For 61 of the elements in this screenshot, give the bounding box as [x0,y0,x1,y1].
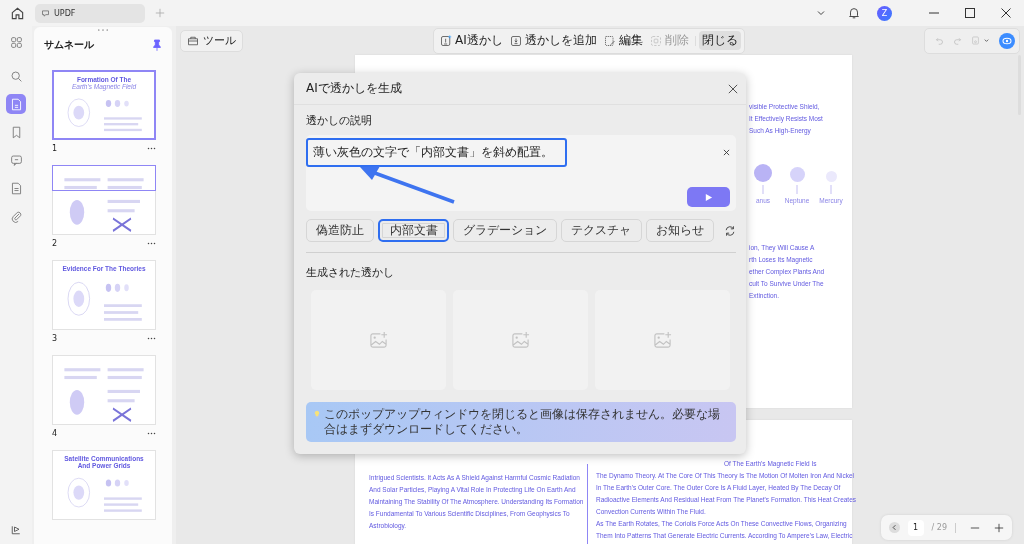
tick-mark [762,185,764,194]
new-tab-icon[interactable] [155,8,165,18]
page-thumbnail[interactable] [52,355,156,425]
page-number: 3 [52,334,58,343]
ai-watermark-icon [440,34,452,47]
panel-title: サムネール [44,38,94,52]
previous-page-icon[interactable] [888,522,900,533]
image-placeholder-icon [369,330,388,350]
add-watermark-icon [509,34,522,47]
tick-mark [830,185,832,194]
preset-chip[interactable]: 内部文書 [378,219,449,242]
close-icon[interactable] [728,83,738,94]
pin-icon[interactable] [152,39,162,51]
close-icon[interactable] [1000,7,1012,19]
zoom-in-icon[interactable] [994,522,1004,533]
section-label: 生成された透かし [306,265,395,280]
toolbar-button[interactable]: 閉じる [698,31,741,50]
maximize-icon[interactable] [964,7,976,19]
caret-icon[interactable] [983,37,990,44]
tools-button[interactable]: ツール [180,29,243,52]
drag-handle-icon[interactable] [97,28,109,32]
preset-chip[interactable]: お知らせ [645,219,715,242]
lightbulb-icon [314,410,320,418]
clear-icon[interactable] [723,149,730,156]
tick-mark [796,185,798,194]
edit-icon [603,34,616,47]
send-button[interactable] [687,187,730,207]
page-icon [9,97,23,111]
grid-icon [9,35,23,49]
preset-chip[interactable]: グラデーション [452,219,558,242]
assistant-icon[interactable] [999,32,1015,49]
toolbar-button[interactable]: 編集 [600,31,646,50]
comment-icon [9,153,23,167]
notice-text: このポップアップウィンドウを閉じると画像は保存されません。必要な場合はまずダウンロードしてください。 [324,407,721,437]
preset-chip[interactable]: 偽造防止 [306,219,375,242]
preset-chip[interactable]: テクスチャ [561,219,642,242]
page-total: / 29 [931,523,947,532]
prompt-field[interactable]: 薄い灰色の文字で「内部文書」を斜め配置。 [306,135,736,211]
search-icon [9,69,23,83]
refresh-icon[interactable] [724,224,737,237]
paperclip-icon [9,209,23,223]
dialog-title: AIで透かしを生成 [306,80,402,97]
toolbar-button[interactable]: AI透かし [437,31,506,50]
prompt-text: 薄い灰色の文字で「内部文書」を斜め配置。 [306,138,567,167]
image-placeholder-icon [653,330,672,350]
toolbox-icon [187,34,199,47]
document-tab[interactable]: UPDF [35,3,145,23]
play-icon [704,192,713,202]
toolbar-button[interactable]: 透かしを追加 [506,31,600,50]
home-icon[interactable] [10,5,25,21]
page-number: 2 [52,239,58,248]
avatar[interactable]: Z [877,5,892,21]
delete-icon [649,34,662,47]
bell-icon[interactable] [847,6,861,20]
page-thumbnail[interactable] [52,165,156,235]
page-input[interactable]: 1 [907,519,924,536]
page-number: 4 [52,429,58,438]
page-number: 1 [52,144,58,153]
image-placeholder-icon [511,330,530,350]
section-label: 透かしの説明 [306,113,373,128]
sidebar-button[interactable] [6,94,26,114]
